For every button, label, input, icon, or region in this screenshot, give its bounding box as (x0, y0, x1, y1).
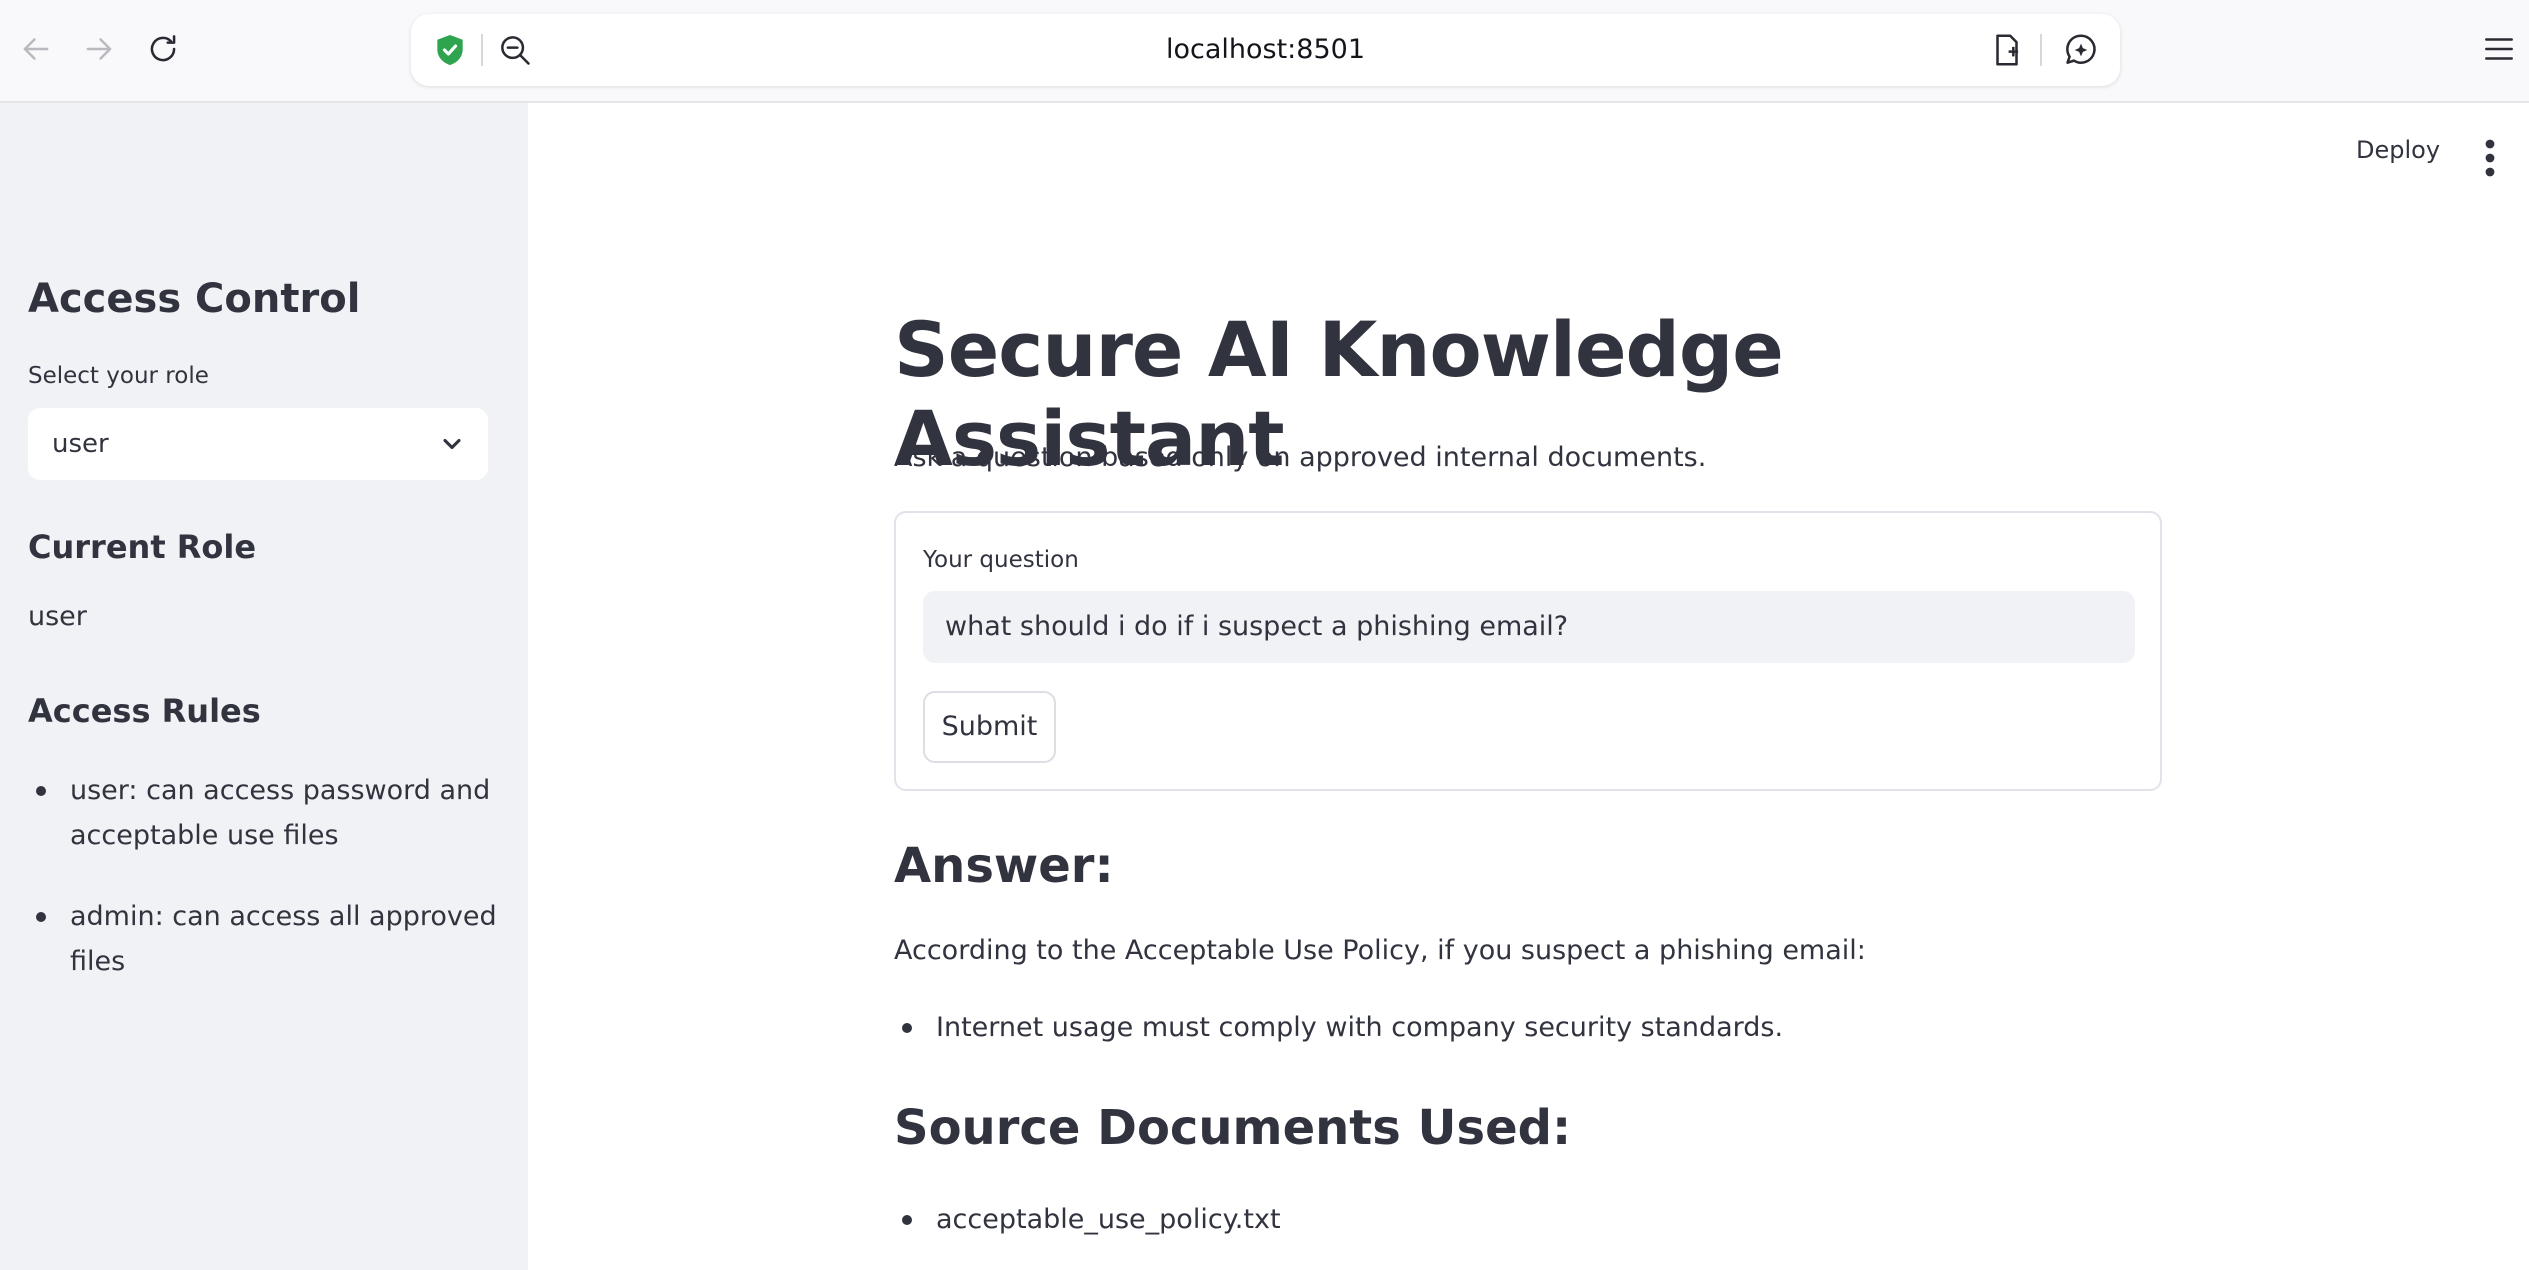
sources-list: acceptable_use_policy.txt (894, 1200, 1281, 1240)
answer-points-list: Internet usage must comply with company … (894, 1008, 1783, 1048)
list-item: admin: can access all approved files (28, 894, 498, 984)
browser-toolbar: localhost:8501 (0, 0, 2529, 103)
current-role-heading: Current Role (28, 528, 257, 566)
sidebar-heading: Access Control (28, 276, 361, 322)
list-item: user: can access password and acceptable… (28, 768, 498, 858)
reload-button[interactable] (140, 26, 186, 72)
url-text[interactable]: localhost:8501 (411, 14, 2120, 86)
access-rules-list: user: can access password and acceptable… (28, 768, 498, 1020)
submit-button[interactable]: Submit (923, 691, 1056, 763)
question-form: Your question what should i do if i susp… (894, 511, 2162, 791)
sources-heading: Source Documents Used: (894, 1100, 1572, 1156)
back-button[interactable] (13, 26, 59, 72)
reload-icon (150, 35, 176, 62)
assistant-chat-icon[interactable] (2062, 31, 2100, 69)
role-select-label: Select your role (28, 363, 209, 389)
answer-intro: According to the Acceptable Use Policy, … (894, 935, 1866, 966)
list-item: Internet usage must comply with company … (894, 1008, 1783, 1048)
forward-button[interactable] (76, 26, 122, 72)
url-bar-divider (2040, 34, 2042, 66)
page-subtitle: Ask a question based only on approved in… (894, 442, 1707, 473)
arrow-left-icon (23, 38, 49, 60)
bookmark-page-icon[interactable] (1988, 31, 2026, 69)
list-item: acceptable_use_policy.txt (894, 1200, 1281, 1240)
deploy-button[interactable]: Deploy (2356, 136, 2440, 164)
current-role-value: user (28, 601, 87, 632)
arrow-right-icon (86, 38, 112, 60)
role-select-value: user (52, 429, 109, 459)
answer-heading: Answer: (894, 838, 1114, 894)
question-input[interactable]: what should i do if i suspect a phishing… (923, 591, 2135, 663)
hamburger-icon (2485, 38, 2513, 60)
sidebar: Access Control Select your role user Cur… (0, 103, 528, 1270)
chevron-down-icon (443, 438, 461, 450)
more-options-icon[interactable] (2476, 138, 2504, 178)
access-rules-heading: Access Rules (28, 692, 261, 730)
url-bar[interactable]: localhost:8501 (411, 14, 2120, 86)
browser-menu-button[interactable] (2476, 26, 2522, 72)
question-label: Your question (923, 547, 1079, 573)
role-select[interactable]: user (28, 408, 488, 480)
